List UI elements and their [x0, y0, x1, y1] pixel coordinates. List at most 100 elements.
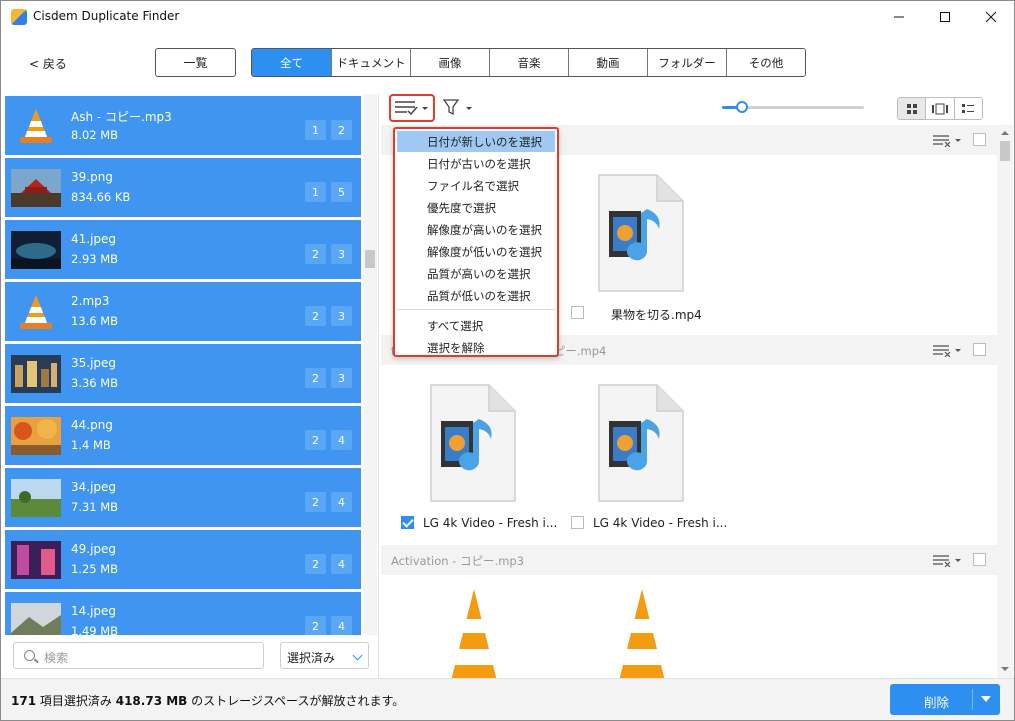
- list-item[interactable]: 14.jpeg 1.49 MB 2 4: [5, 592, 361, 635]
- menu-item-select-high-quality[interactable]: 品質が高いのを選択: [397, 263, 555, 284]
- group-sort-icon[interactable]: [933, 343, 963, 357]
- list-item[interactable]: 41.jpeg 2.93 MB 2 3: [5, 220, 361, 279]
- file-card[interactable]: [419, 383, 547, 513]
- auto-select-button[interactable]: [389, 94, 435, 122]
- item-size: 3.36 MB: [71, 376, 119, 390]
- selection-filter-dropdown[interactable]: 選択済み: [280, 642, 369, 669]
- group-checkbox[interactable]: [973, 553, 986, 566]
- item-size: 2.93 MB: [71, 252, 119, 266]
- menu-item-select-all[interactable]: すべて選択: [397, 315, 555, 336]
- filmstrip-view-icon[interactable]: [925, 98, 954, 119]
- item-size: 1.49 MB: [71, 624, 119, 635]
- left-scrollbar[interactable]: [363, 94, 377, 635]
- item-name: 49.jpeg: [71, 542, 117, 556]
- list-view-button[interactable]: 一覧: [155, 48, 236, 77]
- group-sort-icon[interactable]: [933, 133, 963, 147]
- right-scrollbar-thumb[interactable]: [1000, 141, 1010, 161]
- right-scrollbar[interactable]: [997, 125, 1013, 678]
- selection-filter-value: 選択済み: [287, 651, 336, 665]
- list-item[interactable]: 35.jpeg 3.36 MB 2 3: [5, 344, 361, 403]
- file-card[interactable]: [587, 383, 715, 513]
- item-name: Ash - コピー.mp3: [71, 110, 172, 124]
- file-checkbox[interactable]: [571, 306, 584, 319]
- tab-documents[interactable]: ドキュメント: [331, 49, 410, 76]
- menu-item-select-newest[interactable]: 日付が新しいのを選択: [397, 131, 555, 152]
- left-scrollbar-thumb[interactable]: [365, 250, 375, 268]
- slider-handle[interactable]: [736, 101, 748, 113]
- app-logo-icon: [11, 9, 27, 25]
- count-badge: 2: [305, 492, 326, 512]
- delete-button[interactable]: 削除: [890, 684, 1000, 715]
- item-name: 41.jpeg: [71, 232, 117, 246]
- group-header: Activation - コピー.mp3: [381, 545, 997, 575]
- close-icon[interactable]: [968, 1, 1014, 33]
- image-thumbnail: [11, 355, 61, 393]
- item-size: 1.25 MB: [71, 562, 119, 576]
- search-placeholder: 検索: [44, 651, 69, 665]
- auto-select-menu: 日付が新しいのを選択 日付が古いのを選択 ファイル名で選択 優先度で選択 解像度…: [393, 127, 559, 357]
- list-item[interactable]: 49.jpeg 1.25 MB 2 4: [5, 530, 361, 589]
- selected-count-label: 項目選択済み: [39, 694, 112, 708]
- filter-button[interactable]: [441, 96, 477, 120]
- back-button[interactable]: < 戻る: [29, 55, 67, 72]
- vlc-cone-icon[interactable]: [429, 585, 519, 678]
- search-icon: [24, 650, 35, 661]
- grid-view-icon[interactable]: [898, 98, 926, 119]
- item-name: 34.jpeg: [71, 480, 117, 494]
- chevron-down-icon[interactable]: [981, 696, 991, 702]
- minimize-icon[interactable]: [876, 1, 922, 33]
- file-name: 果物を切る.mp4: [611, 308, 702, 322]
- selected-count: 171: [11, 694, 37, 708]
- file-checkbox[interactable]: [571, 516, 584, 529]
- item-size: 7.31 MB: [71, 500, 119, 514]
- app-window: Cisdem Duplicate Finder < 戻る 一覧 全て ドキュメン…: [0, 0, 1015, 721]
- count-badge: 5: [331, 182, 352, 202]
- image-thumbnail: [11, 417, 61, 455]
- vlc-cone-icon: [20, 109, 52, 143]
- group-checkbox[interactable]: [973, 133, 986, 146]
- list-item[interactable]: 2.mp3 13.6 MB 2 3: [5, 282, 361, 341]
- list-item[interactable]: 44.png 1.4 MB 2 4: [5, 406, 361, 465]
- file-card[interactable]: [587, 173, 715, 303]
- menu-item-select-high-resolution[interactable]: 解像度が高いのを選択: [397, 219, 555, 240]
- list-item[interactable]: 39.png 834.66 KB 1 5: [5, 158, 361, 217]
- count-badge: 1: [305, 120, 326, 140]
- menu-item-select-low-quality[interactable]: 品質が低いのを選択: [397, 285, 555, 306]
- menu-item-select-by-filename[interactable]: ファイル名で選択: [397, 175, 555, 196]
- menu-item-deselect-all[interactable]: 選択を解除: [397, 337, 555, 358]
- maximize-icon[interactable]: [922, 1, 968, 33]
- menu-item-select-by-priority[interactable]: 優先度で選択: [397, 197, 555, 218]
- count-badge: 1: [305, 182, 326, 202]
- freed-size-label: のストレージスペースが解放されます。: [191, 694, 405, 708]
- vlc-cone-icon[interactable]: [597, 585, 687, 678]
- group-checkbox[interactable]: [973, 343, 986, 356]
- file-checkbox[interactable]: [401, 516, 414, 529]
- tab-others[interactable]: その他: [726, 49, 805, 76]
- delete-button-label: 削除: [924, 695, 950, 710]
- list-item[interactable]: Ash - コピー.mp3 8.02 MB 1 2: [5, 96, 361, 155]
- menu-item-select-low-resolution[interactable]: 解像度が低いのを選択: [397, 241, 555, 262]
- tab-music[interactable]: 音楽: [489, 49, 568, 76]
- image-thumbnail: [11, 231, 61, 269]
- item-name: 44.png: [71, 418, 113, 432]
- menu-item-select-oldest[interactable]: 日付が古いのを選択: [397, 153, 555, 174]
- group-title: Activation - コピー.mp3: [391, 554, 525, 568]
- list-view-icon[interactable]: [953, 98, 982, 119]
- status-bar: 171 項目選択済み 418.73 MB のストレージスペースが解放されます。: [1, 678, 1014, 720]
- item-name: 14.jpeg: [71, 604, 117, 618]
- group-sort-icon[interactable]: [933, 553, 963, 567]
- tab-images[interactable]: 画像: [410, 49, 489, 76]
- tab-videos[interactable]: 動画: [568, 49, 647, 76]
- search-input[interactable]: 検索: [13, 642, 264, 669]
- video-file-icon: [598, 384, 684, 502]
- tab-folders[interactable]: フォルダー: [647, 49, 726, 76]
- delete-button-divider: [972, 689, 973, 710]
- count-badge: 2: [305, 306, 326, 326]
- count-badge: 3: [331, 368, 352, 388]
- video-file-icon: [430, 384, 516, 502]
- list-item[interactable]: 34.jpeg 7.31 MB 2 4: [5, 468, 361, 527]
- tab-all[interactable]: 全て: [252, 49, 331, 76]
- panel-divider: [378, 94, 379, 678]
- count-badge: 3: [331, 244, 352, 264]
- count-badge: 2: [305, 430, 326, 450]
